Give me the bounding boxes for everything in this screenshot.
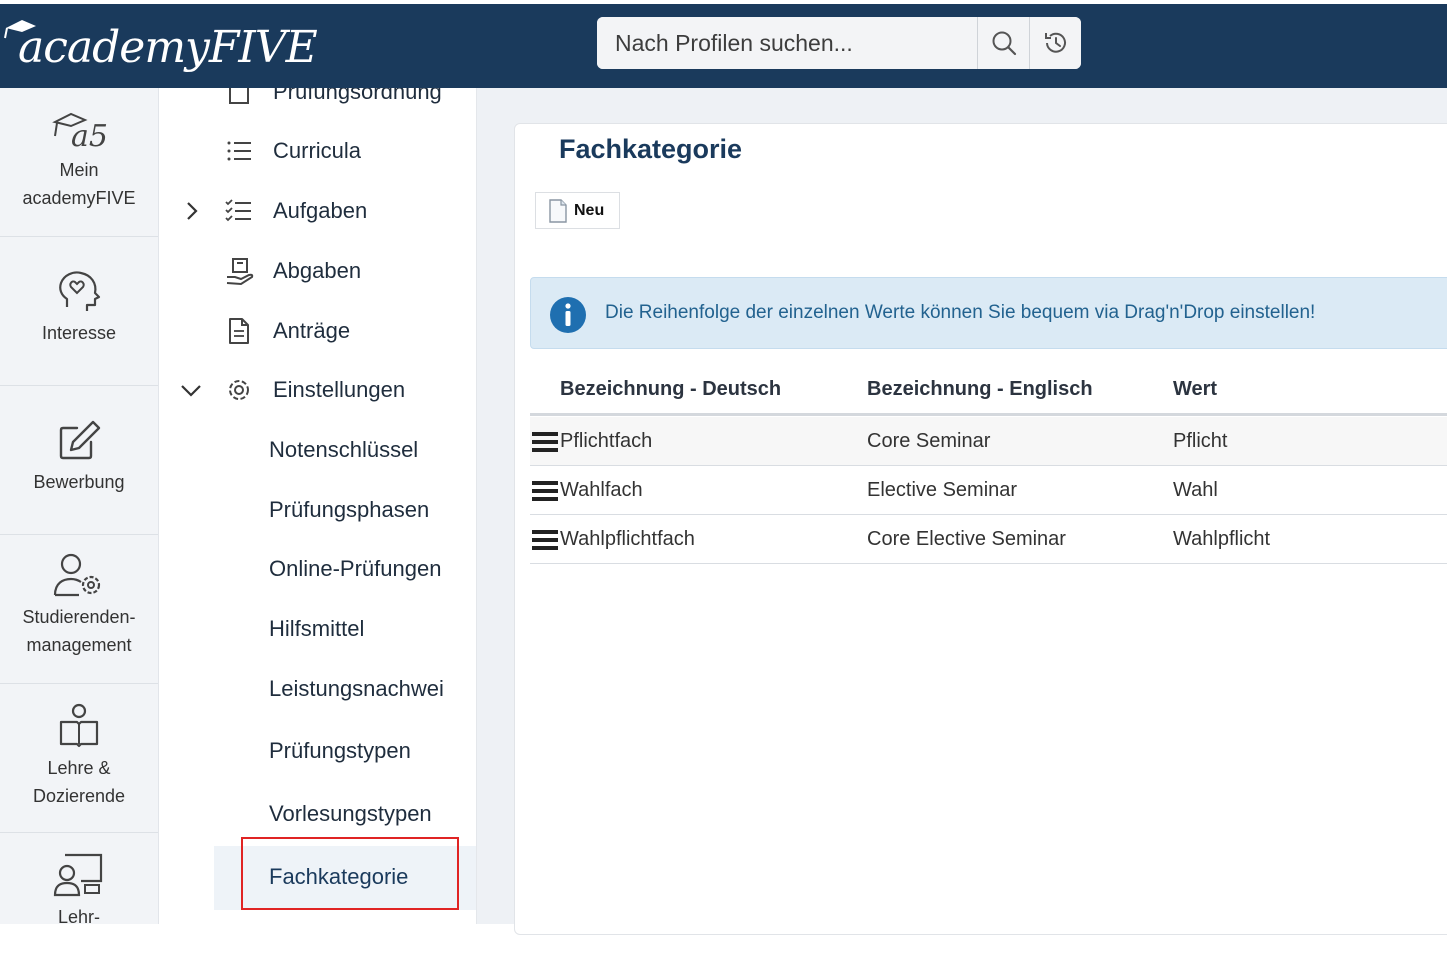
cell-deutsch: Wahlfach bbox=[560, 479, 643, 501]
nav-subitem-notenschluessel[interactable]: Notenschlüssel bbox=[269, 437, 418, 463]
nav-item-einstellungen[interactable]: Einstellungen bbox=[159, 365, 476, 415]
svg-text:a5: a5 bbox=[71, 119, 107, 152]
nav-label: Curricula bbox=[273, 138, 362, 163]
rail-label: Studierenden- bbox=[22, 607, 136, 627]
reader-book-icon bbox=[59, 703, 99, 748]
chevron-down-icon[interactable] bbox=[179, 378, 203, 402]
search-input[interactable] bbox=[597, 17, 977, 69]
table-row[interactable]: Pflichtfach Core Seminar Pflicht bbox=[530, 417, 1447, 466]
nav-subitem-hilfsmittel[interactable]: Hilfsmittel bbox=[269, 616, 364, 642]
edit-pen-icon bbox=[59, 420, 101, 460]
rail-label: academyFIVE bbox=[22, 188, 136, 208]
nav-label: Einstellungen bbox=[273, 377, 406, 402]
document-icon bbox=[229, 318, 249, 344]
nav-subitem-vorlesungstypen[interactable]: Vorlesungstypen bbox=[269, 801, 432, 827]
logo-text: academyFIVE bbox=[18, 21, 318, 73]
nav-item-aufgaben[interactable]: Aufgaben bbox=[159, 186, 476, 236]
nav-subitem-leistungsnachweise[interactable]: Leistungsnachwei bbox=[269, 676, 444, 702]
nav-label: Anträge bbox=[273, 318, 351, 343]
rail-label: Dozierende bbox=[32, 786, 126, 806]
drag-handle-icon[interactable] bbox=[532, 529, 558, 551]
new-document-icon bbox=[549, 198, 567, 223]
book-icon bbox=[229, 88, 249, 104]
profile-search bbox=[597, 17, 1081, 69]
new-button[interactable]: Neu bbox=[535, 192, 620, 229]
table-row[interactable]: Wahlfach Elective Seminar Wahl bbox=[530, 466, 1447, 515]
column-header-wert[interactable]: Wert bbox=[1173, 378, 1217, 401]
rail-item-lehr[interactable]: Lehr- bbox=[0, 833, 158, 953]
hand-box-icon bbox=[226, 258, 254, 286]
rail-item-bewerbung[interactable]: Bewerbung bbox=[0, 386, 158, 535]
rail-label: Mein bbox=[59, 160, 99, 180]
checklist-icon bbox=[225, 199, 251, 222]
academyfive-logo[interactable]: academyFIVE bbox=[4, 12, 318, 82]
graduation-cap-icon bbox=[4, 20, 36, 39]
gear-icon bbox=[229, 380, 249, 400]
page-title: Fachkategorie bbox=[559, 134, 743, 164]
rail-label: Bewerbung bbox=[33, 472, 125, 492]
history-button[interactable] bbox=[1029, 17, 1081, 69]
presenter-board-icon bbox=[53, 853, 103, 897]
rail-label: Lehr- bbox=[57, 907, 101, 927]
cell-englisch: Core Seminar bbox=[867, 430, 991, 452]
navigation-panel: Prüfungsordnung Curricula Aufgaben Abgab… bbox=[159, 88, 477, 924]
cell-wert: Wahl bbox=[1173, 479, 1218, 501]
info-message: Die Reihenfolge der einzelnen Werte könn… bbox=[605, 302, 1316, 323]
nav-subitem-pruefungsphasen[interactable]: Prüfungsphasen bbox=[269, 497, 429, 523]
cell-deutsch: Pflichtfach bbox=[560, 430, 653, 452]
column-header-deutsch[interactable]: Bezeichnung - Deutsch bbox=[560, 378, 781, 401]
cell-englisch: Elective Seminar bbox=[867, 479, 1018, 501]
nav-label: Prüfungsordnung bbox=[273, 88, 442, 104]
nav-item-abgaben[interactable]: Abgaben bbox=[159, 246, 476, 296]
table-header-divider bbox=[530, 413, 1447, 416]
head-heart-icon bbox=[59, 271, 101, 311]
highlight-box bbox=[241, 837, 459, 910]
rail-item-lehre-dozierende[interactable]: Lehre & Dozierende bbox=[0, 684, 158, 833]
drag-handle-icon[interactable] bbox=[532, 480, 558, 502]
graduation-hat-a5-icon: a5 bbox=[52, 112, 107, 152]
rail-label: management bbox=[26, 635, 132, 655]
rail-item-mein-academyfive[interactable]: a5 Mein academyFIVE bbox=[0, 88, 158, 237]
nav-item-pruefungsordnung[interactable]: Prüfungsordnung bbox=[159, 88, 476, 117]
nav-subitem-online-pruefungen[interactable]: Online-Prüfungen bbox=[269, 556, 441, 582]
drag-handle-icon[interactable] bbox=[532, 431, 558, 453]
history-icon bbox=[1044, 32, 1066, 53]
module-rail: a5 Mein academyFIVE Interesse Bewerbung … bbox=[0, 88, 159, 927]
cell-englisch: Core Elective Seminar bbox=[867, 528, 1066, 550]
nav-label: Aufgaben bbox=[273, 198, 368, 223]
nav-subitem-pruefungstypen[interactable]: Prüfungstypen bbox=[269, 738, 411, 764]
cell-deutsch: Wahlpflichtfach bbox=[560, 528, 695, 550]
info-alert: Die Reihenfolge der einzelnen Werte könn… bbox=[530, 277, 1447, 349]
cell-wert: Wahlpflicht bbox=[1173, 528, 1271, 550]
cell-wert: Pflicht bbox=[1173, 430, 1228, 452]
chevron-right-icon[interactable] bbox=[179, 199, 203, 223]
search-icon bbox=[992, 31, 1016, 56]
info-icon bbox=[550, 297, 586, 333]
user-gear-icon bbox=[53, 553, 101, 597]
nav-item-antraege[interactable]: Anträge bbox=[159, 306, 476, 356]
rail-label: Interesse bbox=[41, 323, 117, 343]
search-button[interactable] bbox=[977, 17, 1029, 69]
rail-item-studierendenmanagement[interactable]: Studierenden- management bbox=[0, 535, 158, 684]
table-row[interactable]: Wahlpflichtfach Core Elective Seminar Wa… bbox=[530, 515, 1447, 564]
list-icon bbox=[227, 141, 251, 161]
new-button-label: Neu bbox=[574, 201, 605, 219]
rail-item-interesse[interactable]: Interesse bbox=[0, 237, 158, 386]
nav-item-curricula[interactable]: Curricula bbox=[159, 126, 476, 176]
rail-label: Lehre & bbox=[47, 758, 111, 778]
top-bar: academyFIVE bbox=[0, 0, 1447, 88]
column-header-englisch[interactable]: Bezeichnung - Englisch bbox=[867, 378, 1093, 401]
nav-label: Abgaben bbox=[273, 258, 362, 283]
